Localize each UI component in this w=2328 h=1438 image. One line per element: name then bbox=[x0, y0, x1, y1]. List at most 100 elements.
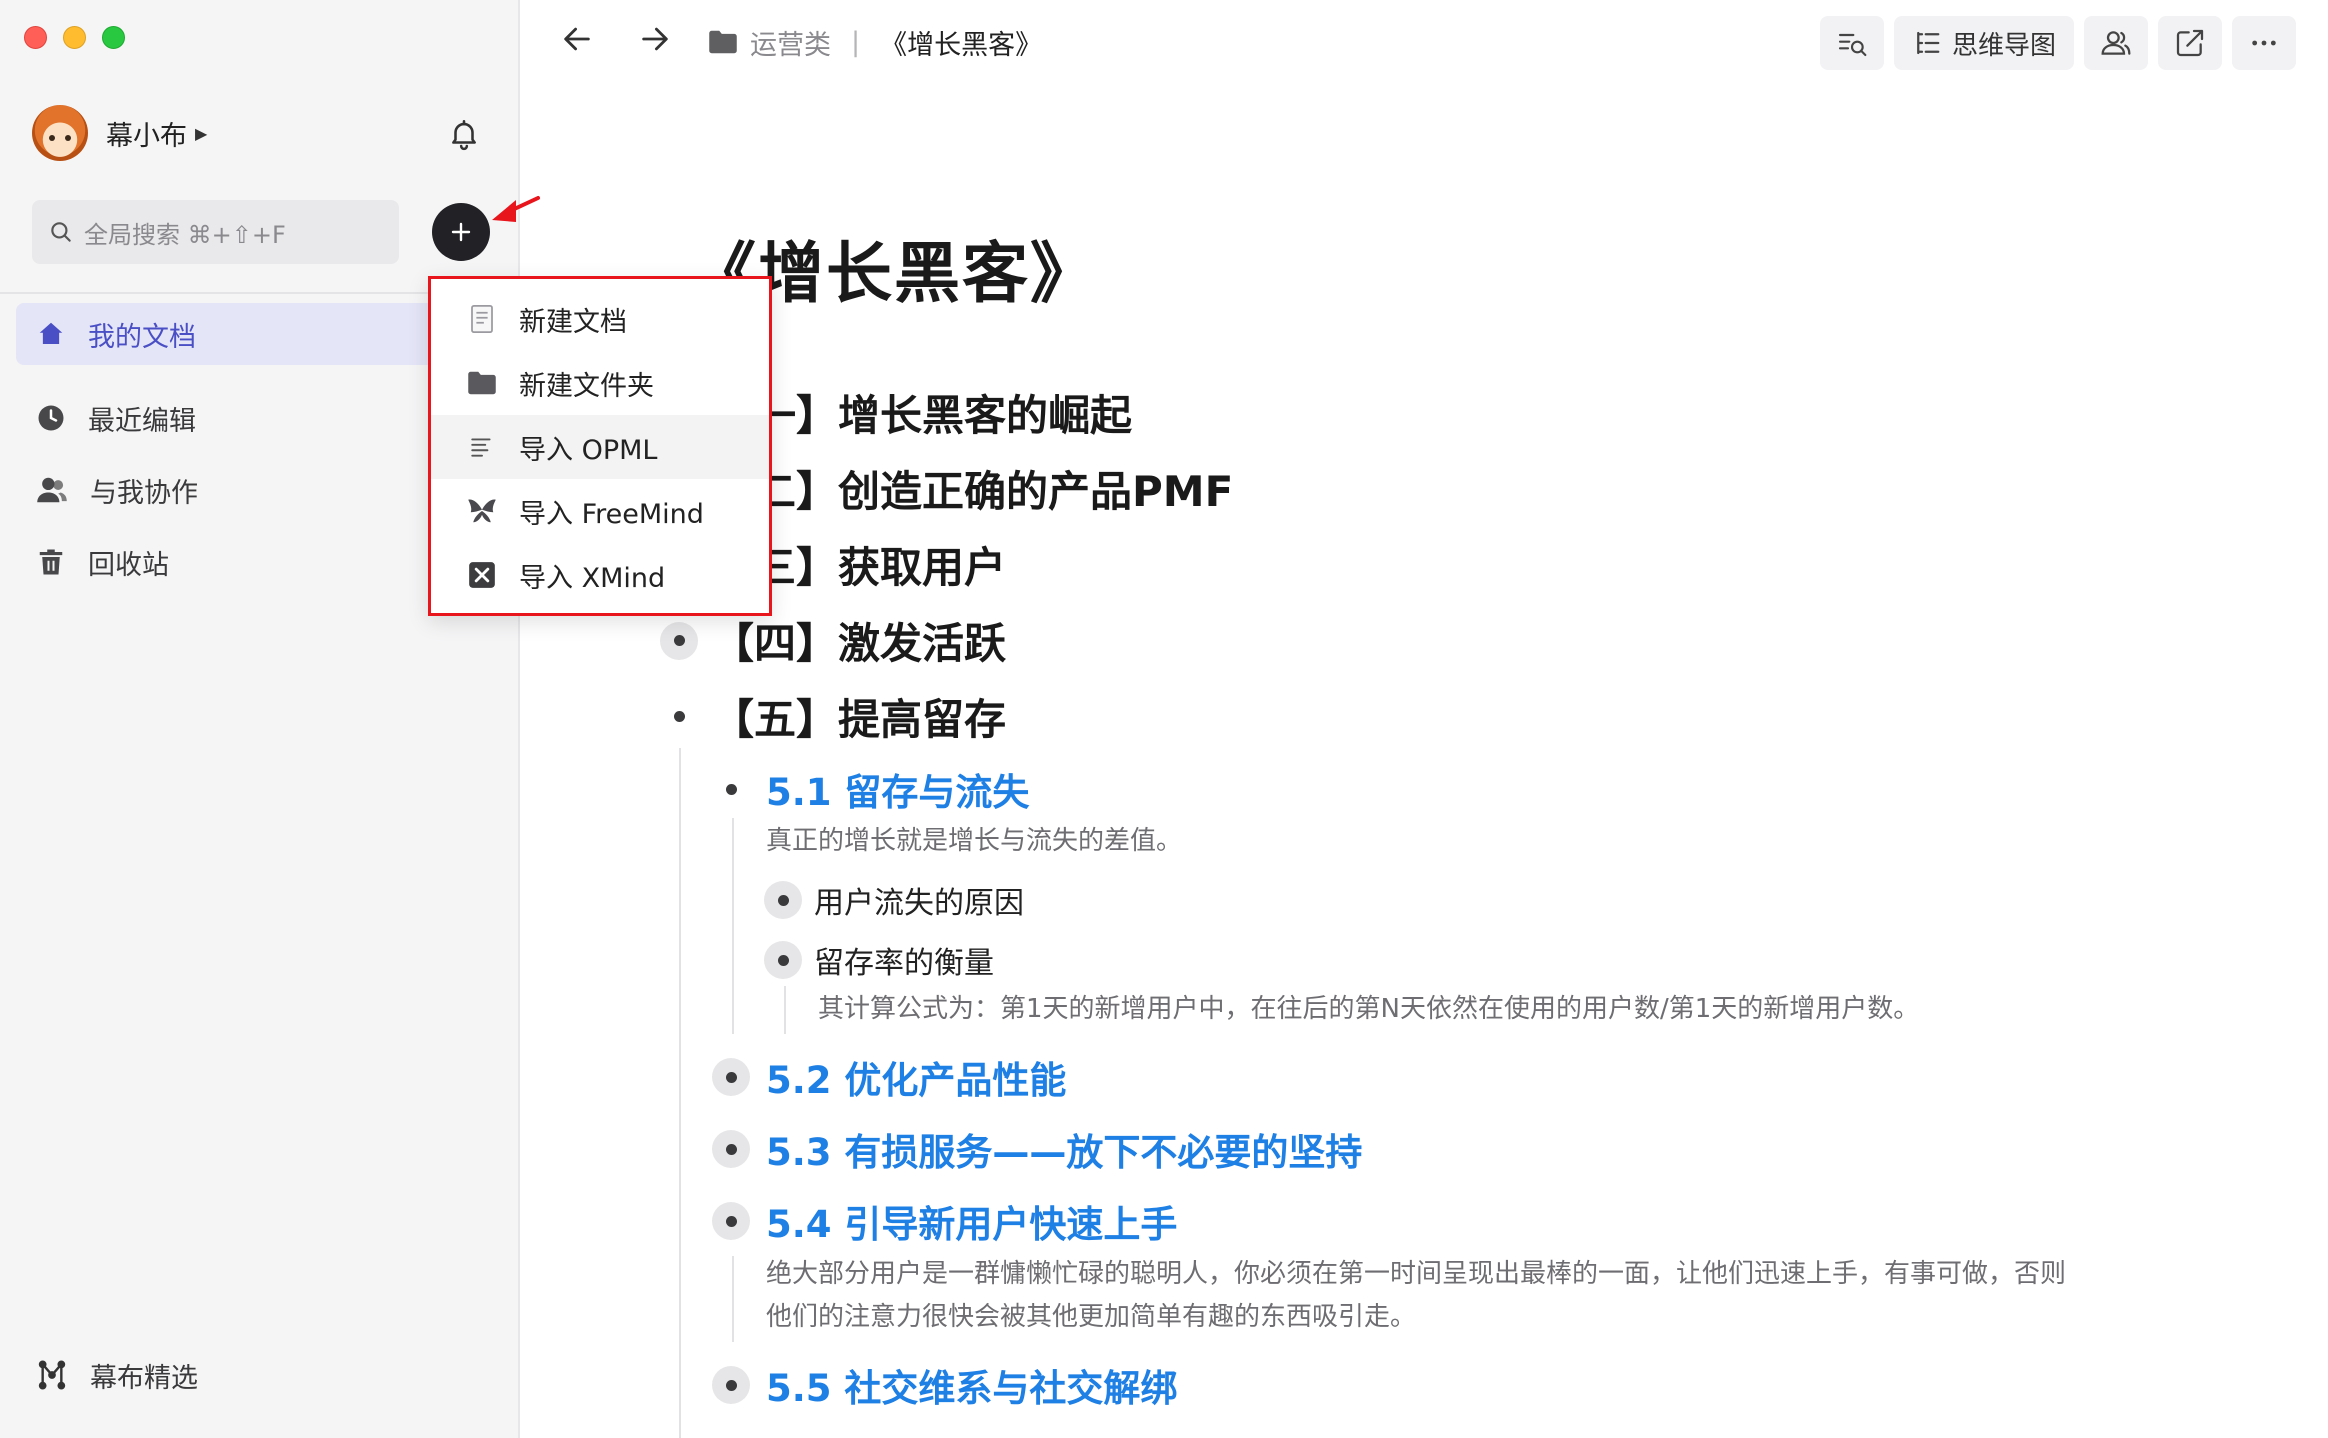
outline-item-5[interactable]: 【五】提高留存 bbox=[660, 686, 1006, 747]
collaborate-button[interactable] bbox=[2084, 16, 2148, 70]
sidebar-item-my-docs[interactable]: 我的文档 bbox=[16, 303, 486, 365]
sidebar: 幕小布 ▶ 全局搜索 ⌘+⇧+F 我的文档 最近编辑 与我协作 回收站 幕布精选 bbox=[0, 0, 520, 1438]
folder-icon bbox=[709, 30, 737, 54]
outline-text[interactable]: 【四】激发活跃 bbox=[712, 610, 1006, 671]
search-placeholder: 全局搜索 ⌘+⇧+F bbox=[84, 220, 286, 249]
forward-arrow-icon[interactable] bbox=[638, 22, 672, 56]
opml-icon bbox=[467, 432, 497, 462]
mindmap-label: 思维导图 bbox=[1951, 30, 2056, 61]
add-button[interactable] bbox=[432, 203, 490, 261]
collapsed-bullet[interactable] bbox=[660, 621, 698, 660]
sidebar-item-featured[interactable]: 幕布精选 bbox=[16, 1344, 486, 1406]
sidebar-item-label: 与我协作 bbox=[90, 477, 198, 509]
menu-item-new-folder[interactable]: 新建文件夹 bbox=[431, 351, 769, 415]
outline-text[interactable]: 5.4 引导新用户快速上手 bbox=[766, 1194, 1177, 1248]
collapsed-bullet[interactable] bbox=[712, 1130, 750, 1168]
search-input[interactable]: 全局搜索 ⌘+⇧+F bbox=[32, 200, 399, 264]
sidebar-item-recent[interactable]: 最近编辑 bbox=[16, 387, 486, 449]
collapsed-bullet[interactable] bbox=[764, 881, 802, 919]
outline-item-retention[interactable]: 留存率的衡量 bbox=[764, 938, 994, 982]
outline-text[interactable]: 5.5 社交维系与社交解绑 bbox=[766, 1358, 1177, 1412]
breadcrumb: 运营类 | 《增长黑客》 bbox=[708, 22, 1042, 62]
sidebar-item-label: 最近编辑 bbox=[88, 405, 196, 437]
indent-guide bbox=[784, 986, 786, 1034]
menu-item-label: 导入 FreeMind bbox=[519, 498, 704, 530]
outline-note[interactable]: 其计算公式为：第1天的新增用户中，在往后的第N天依然在使用的用户数/第1天的新增… bbox=[818, 988, 1919, 1031]
toolbar: 思维导图 bbox=[1819, 16, 2296, 70]
more-icon bbox=[2252, 40, 2276, 46]
users-icon bbox=[37, 477, 67, 503]
menu-item-import-opml[interactable]: 导入 OPML bbox=[431, 415, 769, 479]
bell-icon[interactable] bbox=[447, 116, 481, 152]
new-item-menu: 新建文档 新建文件夹 导入 OPML 导入 FreeMind 导入 XMind bbox=[428, 276, 772, 616]
outline-item-5-3[interactable]: 5.3 有损服务——放下不必要的坚持 bbox=[712, 1122, 1362, 1176]
zoom-window-button[interactable] bbox=[102, 26, 125, 49]
menu-item-import-xmind[interactable]: 导入 XMind bbox=[431, 543, 769, 607]
trash-icon bbox=[39, 549, 63, 575]
collapsed-bullet[interactable] bbox=[712, 1058, 750, 1096]
note-line: 他们的注意力很快会被其他更加简单有趣的东西吸引走。 bbox=[766, 1302, 1417, 1332]
search-icon bbox=[51, 222, 71, 242]
app-window: 幕小布 ▶ 全局搜索 ⌘+⇧+F 我的文档 最近编辑 与我协作 回收站 幕布精选… bbox=[0, 0, 2328, 1438]
document-icon bbox=[467, 304, 497, 334]
bullet[interactable] bbox=[660, 698, 698, 736]
clock-icon bbox=[38, 405, 64, 431]
outline-text[interactable]: 5.1 留存与流失 bbox=[766, 762, 1029, 816]
annotation-arrow-icon bbox=[492, 196, 540, 222]
back-arrow-icon[interactable] bbox=[560, 22, 594, 56]
more-button[interactable] bbox=[2232, 16, 2296, 70]
outline-text[interactable]: 用户流失的原因 bbox=[814, 878, 1024, 922]
minimize-window-button[interactable] bbox=[63, 26, 86, 49]
bullet[interactable] bbox=[712, 770, 750, 808]
outline-search-button[interactable] bbox=[1819, 16, 1884, 70]
outline-text[interactable]: 【一】增长黑客的崛起 bbox=[712, 382, 1132, 443]
window-controls bbox=[24, 26, 125, 49]
breadcrumb-separator: | bbox=[851, 26, 861, 58]
menu-item-label: 新建文档 bbox=[519, 306, 627, 338]
outline-item-5-2[interactable]: 5.2 优化产品性能 bbox=[712, 1050, 1066, 1104]
collapsed-bullet[interactable] bbox=[764, 941, 802, 979]
outline-item-churn[interactable]: 用户流失的原因 bbox=[764, 878, 1024, 922]
outline-note[interactable]: 真正的增长就是增长与流失的差值。 bbox=[766, 820, 1182, 863]
outline-text[interactable]: 【五】提高留存 bbox=[712, 686, 1006, 747]
outline-text[interactable]: 5.2 优化产品性能 bbox=[766, 1050, 1066, 1104]
folder-icon bbox=[467, 368, 497, 398]
plus-icon bbox=[451, 222, 471, 242]
history-nav bbox=[560, 22, 672, 56]
sidebar-item-label: 回收站 bbox=[88, 549, 169, 581]
menu-item-label: 导入 OPML bbox=[519, 434, 658, 466]
collaborate-icon bbox=[2101, 31, 2131, 55]
outline-text[interactable]: 【二】创造正确的产品PMF bbox=[712, 458, 1233, 519]
avatar bbox=[32, 105, 88, 161]
share-icon bbox=[2176, 29, 2204, 57]
outline-item-5-4[interactable]: 5.4 引导新用户快速上手 bbox=[712, 1194, 1177, 1248]
collapsed-bullet[interactable] bbox=[712, 1202, 750, 1240]
menu-item-new-doc[interactable]: 新建文档 bbox=[431, 287, 769, 351]
collapsed-bullet[interactable] bbox=[712, 1366, 750, 1404]
close-window-button[interactable] bbox=[24, 26, 47, 49]
outline-text[interactable]: 5.3 有损服务——放下不必要的坚持 bbox=[766, 1122, 1362, 1176]
user-name: 幕小布 bbox=[106, 120, 187, 152]
sidebar-item-label: 幕布精选 bbox=[90, 1362, 198, 1394]
outline-item-5-5[interactable]: 5.5 社交维系与社交解绑 bbox=[712, 1358, 1177, 1412]
menu-item-import-freemind[interactable]: 导入 FreeMind bbox=[431, 479, 769, 543]
indent-guide bbox=[732, 1256, 734, 1342]
share-button[interactable] bbox=[2158, 16, 2222, 70]
outline-text[interactable]: 留存率的衡量 bbox=[814, 938, 994, 982]
sidebar-item-label: 我的文档 bbox=[88, 321, 196, 353]
outline-item-5-1[interactable]: 5.1 留存与流失 bbox=[712, 762, 1029, 816]
breadcrumb-folder[interactable]: 运营类 bbox=[750, 23, 831, 62]
freemind-butterfly-icon bbox=[467, 496, 497, 526]
mindmap-button[interactable]: 思维导图 bbox=[1893, 16, 2074, 70]
breadcrumb-doc[interactable]: 《增长黑客》 bbox=[880, 23, 1042, 62]
sidebar-item-trash[interactable]: 回收站 bbox=[16, 531, 486, 593]
mindmap-icon bbox=[1917, 31, 1940, 55]
find-icon bbox=[1838, 33, 1867, 57]
sidebar-item-shared[interactable]: 与我协作 bbox=[16, 459, 486, 521]
outline-item-4[interactable]: 【四】激发活跃 bbox=[660, 610, 1006, 671]
indent-guide bbox=[679, 748, 681, 1438]
caret-right-icon: ▶ bbox=[195, 123, 208, 143]
indent-guide bbox=[732, 818, 734, 1034]
user-menu[interactable]: 幕小布 ▶ bbox=[32, 105, 207, 161]
outline-note[interactable]: 绝大部分用户是一群慵懒忙碌的聪明人，你必须在第一时间呈现出最棒的一面，让他们迅速… bbox=[766, 1253, 2066, 1339]
